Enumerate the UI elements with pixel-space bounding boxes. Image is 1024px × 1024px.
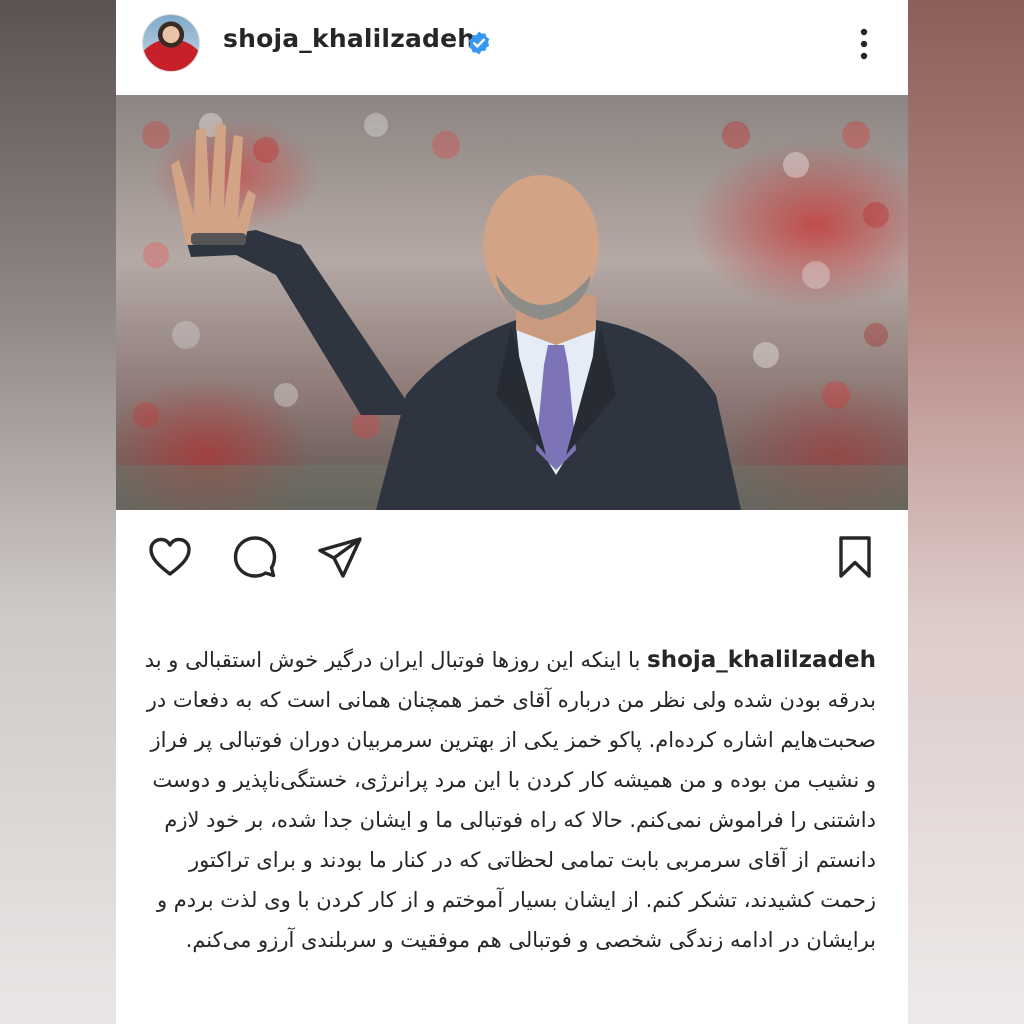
verified-badge-icon [468, 31, 490, 55]
heart-icon[interactable] [146, 533, 194, 581]
instagram-post-card: shoja_khalilzadeh shoja_khalilzadeh با ا… [116, 0, 908, 1024]
post-actions-bar [116, 515, 908, 595]
send-icon[interactable] [316, 533, 364, 581]
username-link[interactable]: shoja_khalilzadeh [223, 24, 475, 53]
bookmark-icon[interactable] [831, 533, 879, 581]
profile-avatar[interactable] [142, 14, 200, 72]
post-caption: shoja_khalilzadeh با اینکه این روزها فوت… [136, 640, 876, 960]
post-header: shoja_khalilzadeh [116, 0, 908, 94]
post-photo[interactable] [116, 95, 908, 510]
comment-icon[interactable] [231, 533, 279, 581]
caption-username-link[interactable]: shoja_khalilzadeh [647, 647, 876, 673]
caption-text: با اینکه این روزها فوتبال ایران درگیر خو… [144, 648, 876, 952]
background-left-blur [0, 0, 116, 1024]
background-right-blur [908, 0, 1024, 1024]
coach-waving-illustration [116, 113, 908, 510]
more-options-icon[interactable] [848, 24, 880, 64]
